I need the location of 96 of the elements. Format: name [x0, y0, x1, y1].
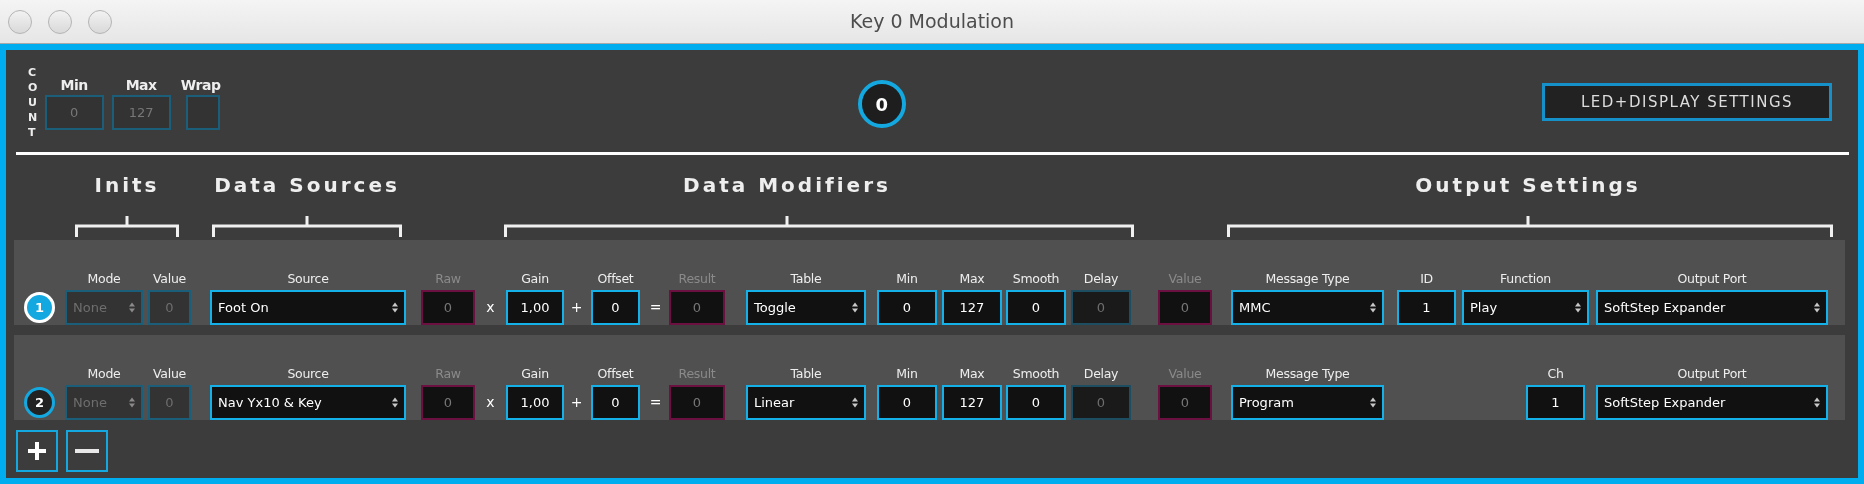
table-dropdown[interactable]: Toggle: [746, 290, 866, 325]
offset-field[interactable]: 0: [591, 385, 640, 420]
plus-icon: [27, 441, 47, 461]
field-label: Result: [678, 271, 716, 286]
message-type-dropdown[interactable]: MMC: [1231, 290, 1384, 325]
field-label: Message Type: [1265, 366, 1350, 381]
field-label: Gain: [521, 366, 549, 381]
field-label: Wrap: [179, 76, 222, 95]
select-arrows-icon: [392, 397, 398, 408]
field-label: Delay: [1083, 271, 1119, 286]
function-dropdown[interactable]: Play: [1462, 290, 1589, 325]
count-label: COUNT: [28, 65, 36, 140]
select-arrows-icon: [1814, 302, 1820, 313]
select-arrows-icon: [392, 302, 398, 313]
output-port-dropdown[interactable]: SoftStep Expander: [1596, 385, 1828, 420]
field-label: Source: [287, 271, 329, 286]
select-arrows-icon: [1370, 397, 1376, 408]
operator-sign: =: [649, 298, 662, 317]
field-label: ID: [1420, 271, 1433, 286]
remove-button[interactable]: [66, 430, 108, 472]
max-field[interactable]: 127: [942, 385, 1002, 420]
field-label: Mode: [87, 271, 121, 286]
led-display-settings-button[interactable]: LED+DISPLAY SETTINGS: [1542, 83, 1832, 121]
select-arrows-icon: [1575, 302, 1581, 313]
value-readout: 0: [1158, 290, 1212, 325]
field-label: Smooth: [1012, 366, 1060, 381]
operator-sign: +: [570, 298, 583, 317]
row-number[interactable]: 2: [24, 387, 55, 418]
operator-sign: +: [570, 393, 583, 412]
gain-field[interactable]: 1,00: [506, 385, 564, 420]
select-arrows-icon: [852, 302, 858, 313]
select-arrows-icon: [129, 397, 135, 408]
window-title: Key 0 Modulation: [849, 9, 1015, 35]
output-port-dropdown[interactable]: SoftStep Expander: [1596, 290, 1828, 325]
smooth-field[interactable]: 0: [1006, 290, 1066, 325]
window-button[interactable]: [48, 9, 72, 34]
section-title: Data Sources: [214, 173, 400, 197]
gain-field[interactable]: 1,00: [506, 290, 564, 325]
field-label: Raw: [435, 271, 461, 286]
offset-field[interactable]: 0: [591, 290, 640, 325]
field-label: Offset: [597, 366, 634, 381]
max-field[interactable]: 127: [942, 290, 1002, 325]
field-label: Min: [896, 271, 918, 286]
source-dropdown[interactable]: Nav Yx10 & Key: [210, 385, 406, 420]
result-readout: 0: [669, 290, 725, 325]
select-arrows-icon: [852, 397, 858, 408]
field-label: Result: [678, 366, 716, 381]
field-label: Offset: [597, 271, 634, 286]
section-title: Data Modifiers: [683, 173, 891, 197]
field-label: Ch: [1547, 366, 1564, 381]
field-label: Min: [896, 366, 918, 381]
field-label: Table: [790, 366, 822, 381]
field-label: Max: [959, 366, 985, 381]
field-label: Value: [153, 366, 186, 381]
min-field[interactable]: 0: [877, 290, 937, 325]
operator-sign: x: [485, 393, 496, 412]
select-arrows-icon: [1814, 397, 1820, 408]
table-dropdown[interactable]: Linear: [746, 385, 866, 420]
field-label: Value: [1168, 366, 1202, 381]
section-title: Output Settings: [1415, 173, 1641, 197]
operator-sign: =: [649, 393, 662, 412]
select-arrows-icon: [129, 302, 135, 313]
select-arrows-icon: [1370, 302, 1376, 313]
message-type-dropdown[interactable]: Program: [1231, 385, 1384, 420]
field-label: Value: [153, 271, 186, 286]
raw-readout: 0: [421, 385, 475, 420]
field-label: Output Port: [1677, 271, 1747, 286]
min-field[interactable]: 0: [877, 385, 937, 420]
add-button[interactable]: [16, 430, 58, 472]
field-label: Mode: [87, 366, 121, 381]
field-label: Table: [790, 271, 822, 286]
raw-readout: 0: [421, 290, 475, 325]
ch-field[interactable]: 1: [1526, 385, 1585, 420]
window-button[interactable]: [88, 9, 112, 34]
field-label: Smooth: [1012, 271, 1060, 286]
field-label: Raw: [435, 366, 461, 381]
field-label: Value: [1168, 271, 1202, 286]
field-label: Max: [124, 76, 158, 95]
field-label: Min: [59, 76, 89, 95]
field-label: Source: [287, 366, 329, 381]
counter-display: 0: [857, 80, 906, 128]
window-button[interactable]: [8, 9, 32, 34]
smooth-field[interactable]: 0: [1006, 385, 1066, 420]
result-readout: 0: [669, 385, 725, 420]
operator-sign: x: [485, 298, 496, 317]
value-readout: 0: [1158, 385, 1212, 420]
field-label: Max: [959, 271, 985, 286]
field-label: Function: [1500, 271, 1551, 286]
minus-icon: [75, 449, 99, 453]
field-label: Message Type: [1265, 271, 1350, 286]
field-label: Gain: [521, 271, 549, 286]
field-label: Delay: [1083, 366, 1119, 381]
id-field[interactable]: 1: [1397, 290, 1456, 325]
section-title: Inits: [94, 173, 160, 197]
source-dropdown[interactable]: Foot On: [210, 290, 406, 325]
field-label: Output Port: [1677, 366, 1747, 381]
